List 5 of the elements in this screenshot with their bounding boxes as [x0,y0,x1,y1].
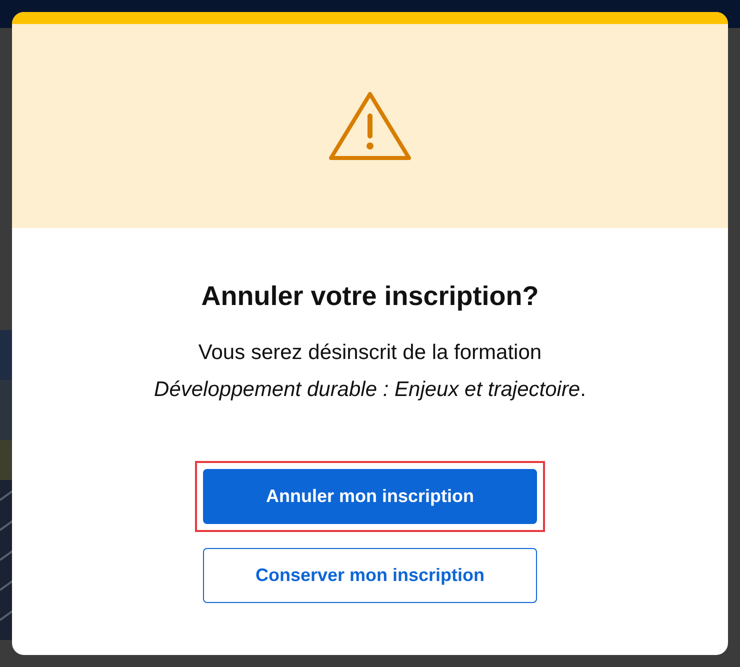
keep-enrollment-button[interactable]: Conserver mon inscription [203,548,537,604]
dialog-message: Vous serez désinscrit de la formation Développement durable : Enjeux et trajectoire. [154,340,586,404]
dialog-title: Annuler votre inscription? [201,280,539,312]
cancel-enrollment-button[interactable]: Annuler mon inscription [203,469,537,524]
warning-icon [327,90,413,162]
